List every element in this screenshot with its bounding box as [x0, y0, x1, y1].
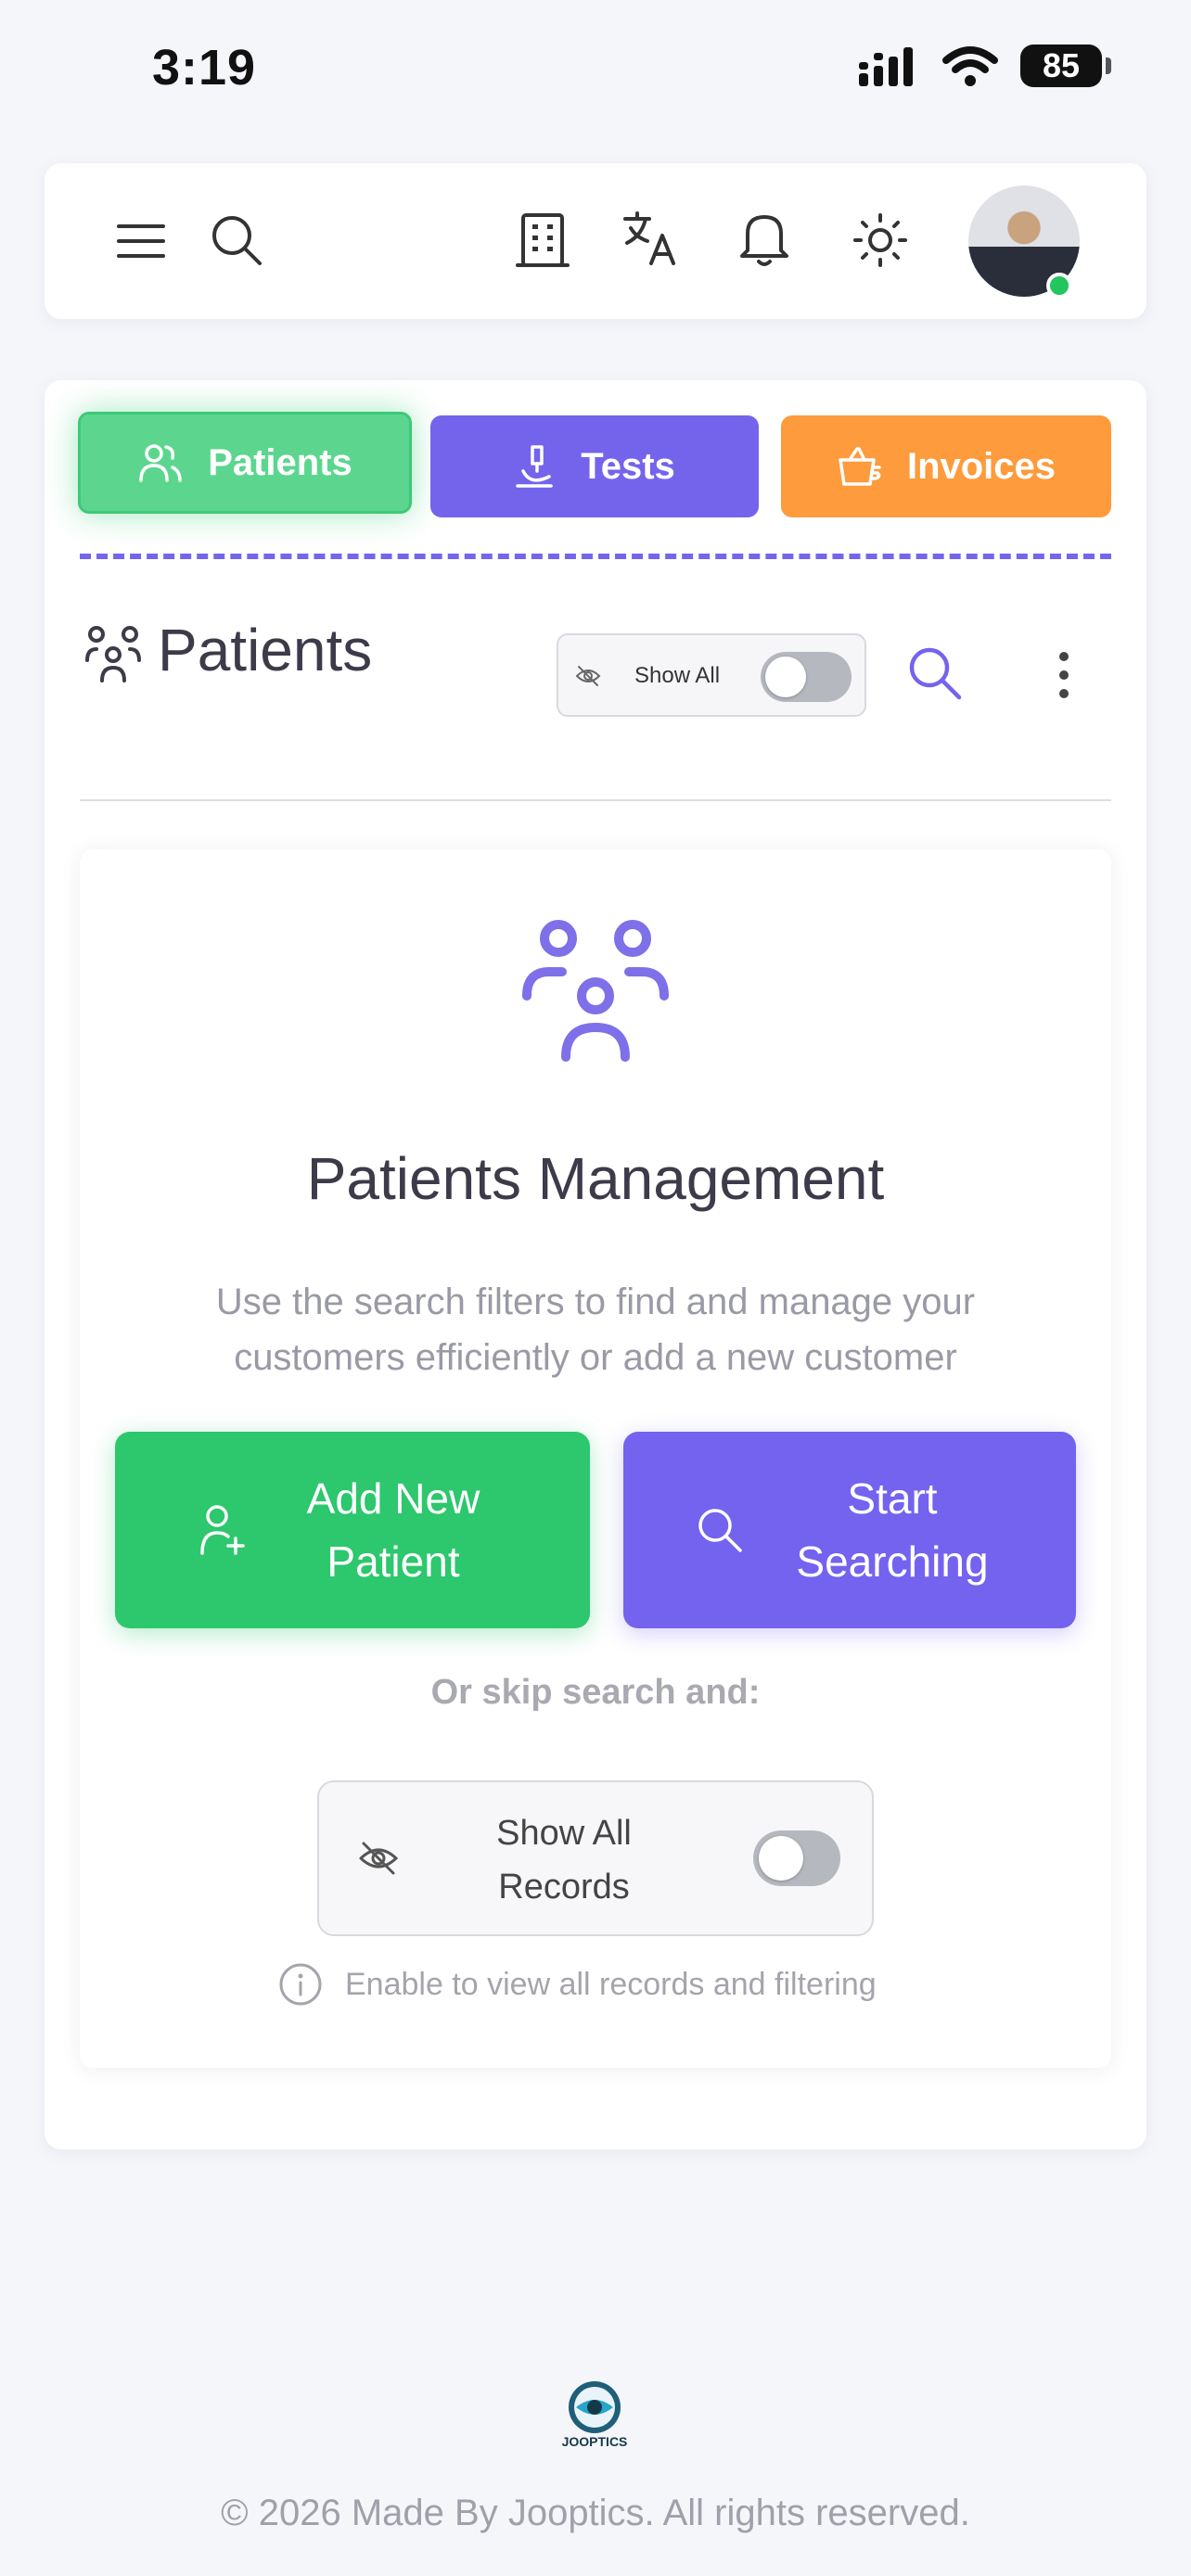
search-icon: [696, 1506, 744, 1554]
add-new-patient-button[interactable]: Add New Patient: [115, 1432, 590, 1628]
info-icon: [278, 1962, 323, 2007]
battery-level: 85: [1042, 46, 1081, 84]
eye-off-icon: [358, 1840, 399, 1877]
microscope-icon: [514, 443, 557, 490]
show-all-switch[interactable]: [761, 652, 852, 702]
show-all-label: Show All: [634, 663, 721, 688]
user-plus-icon: [200, 1503, 245, 1557]
page-title: Patients: [158, 617, 373, 683]
more-vertical-icon[interactable]: [1050, 649, 1078, 701]
show-all-records-switch[interactable]: [753, 1830, 840, 1886]
footer-copyright: © 2026 Made By Jooptics. All rights rese…: [221, 2493, 970, 2533]
hint-text: Enable to view all records and filtering: [345, 1966, 877, 2002]
show-all-toggle-pill[interactable]: Show All: [557, 633, 866, 717]
wifi-icon: [942, 45, 998, 86]
tab-patients-label: Patients: [208, 441, 352, 483]
tab-invoices-label: Invoices: [906, 445, 1057, 487]
status-time: 3:19: [152, 40, 257, 96]
empty-state-description: Use the search filters to find and manag…: [215, 1282, 976, 1378]
tab-tests-label: Tests: [581, 445, 675, 487]
online-status-dot: [1046, 273, 1072, 299]
empty-state-title: Patients Management: [306, 1145, 885, 1212]
basket-icon: [837, 445, 883, 488]
tab-patients[interactable]: Patients: [78, 412, 412, 514]
section-divider: [80, 799, 1111, 801]
skip-search-text: Or skip search and:: [430, 1673, 761, 1712]
eye-off-icon: [575, 665, 601, 687]
start-searching-label: Start Searching: [796, 1474, 989, 1586]
start-searching-button[interactable]: Start Searching: [623, 1432, 1076, 1628]
hint-row: Enable to view all records and filtering: [278, 1962, 877, 2007]
search-icon[interactable]: [208, 211, 265, 269]
logo-text: JOOPTICS: [562, 2434, 628, 2449]
signal-icon: [859, 45, 920, 86]
section-search-icon[interactable]: [905, 644, 965, 703]
bell-icon[interactable]: [738, 210, 790, 267]
show-all-records-label: Show All Records: [496, 1814, 632, 1906]
menu-icon[interactable]: [115, 215, 167, 267]
jooptics-logo: JOOPTICS: [553, 2379, 636, 2455]
show-all-records-pill[interactable]: Show All Records: [317, 1780, 874, 1936]
patients-management-icon: [521, 918, 670, 1066]
patients-group-icon: [83, 623, 143, 684]
users-icon: [137, 440, 184, 486]
sun-icon[interactable]: [853, 213, 907, 267]
tabs-divider: [80, 554, 1111, 559]
translate-icon[interactable]: [621, 210, 679, 267]
tab-tests[interactable]: Tests: [430, 415, 759, 517]
add-new-patient-label: Add New Patient: [306, 1474, 480, 1586]
status-bar-icons: 85: [859, 45, 1111, 87]
tab-invoices[interactable]: Invoices: [781, 415, 1111, 517]
building-icon[interactable]: [516, 211, 570, 269]
battery-icon: 85: [1020, 45, 1111, 87]
